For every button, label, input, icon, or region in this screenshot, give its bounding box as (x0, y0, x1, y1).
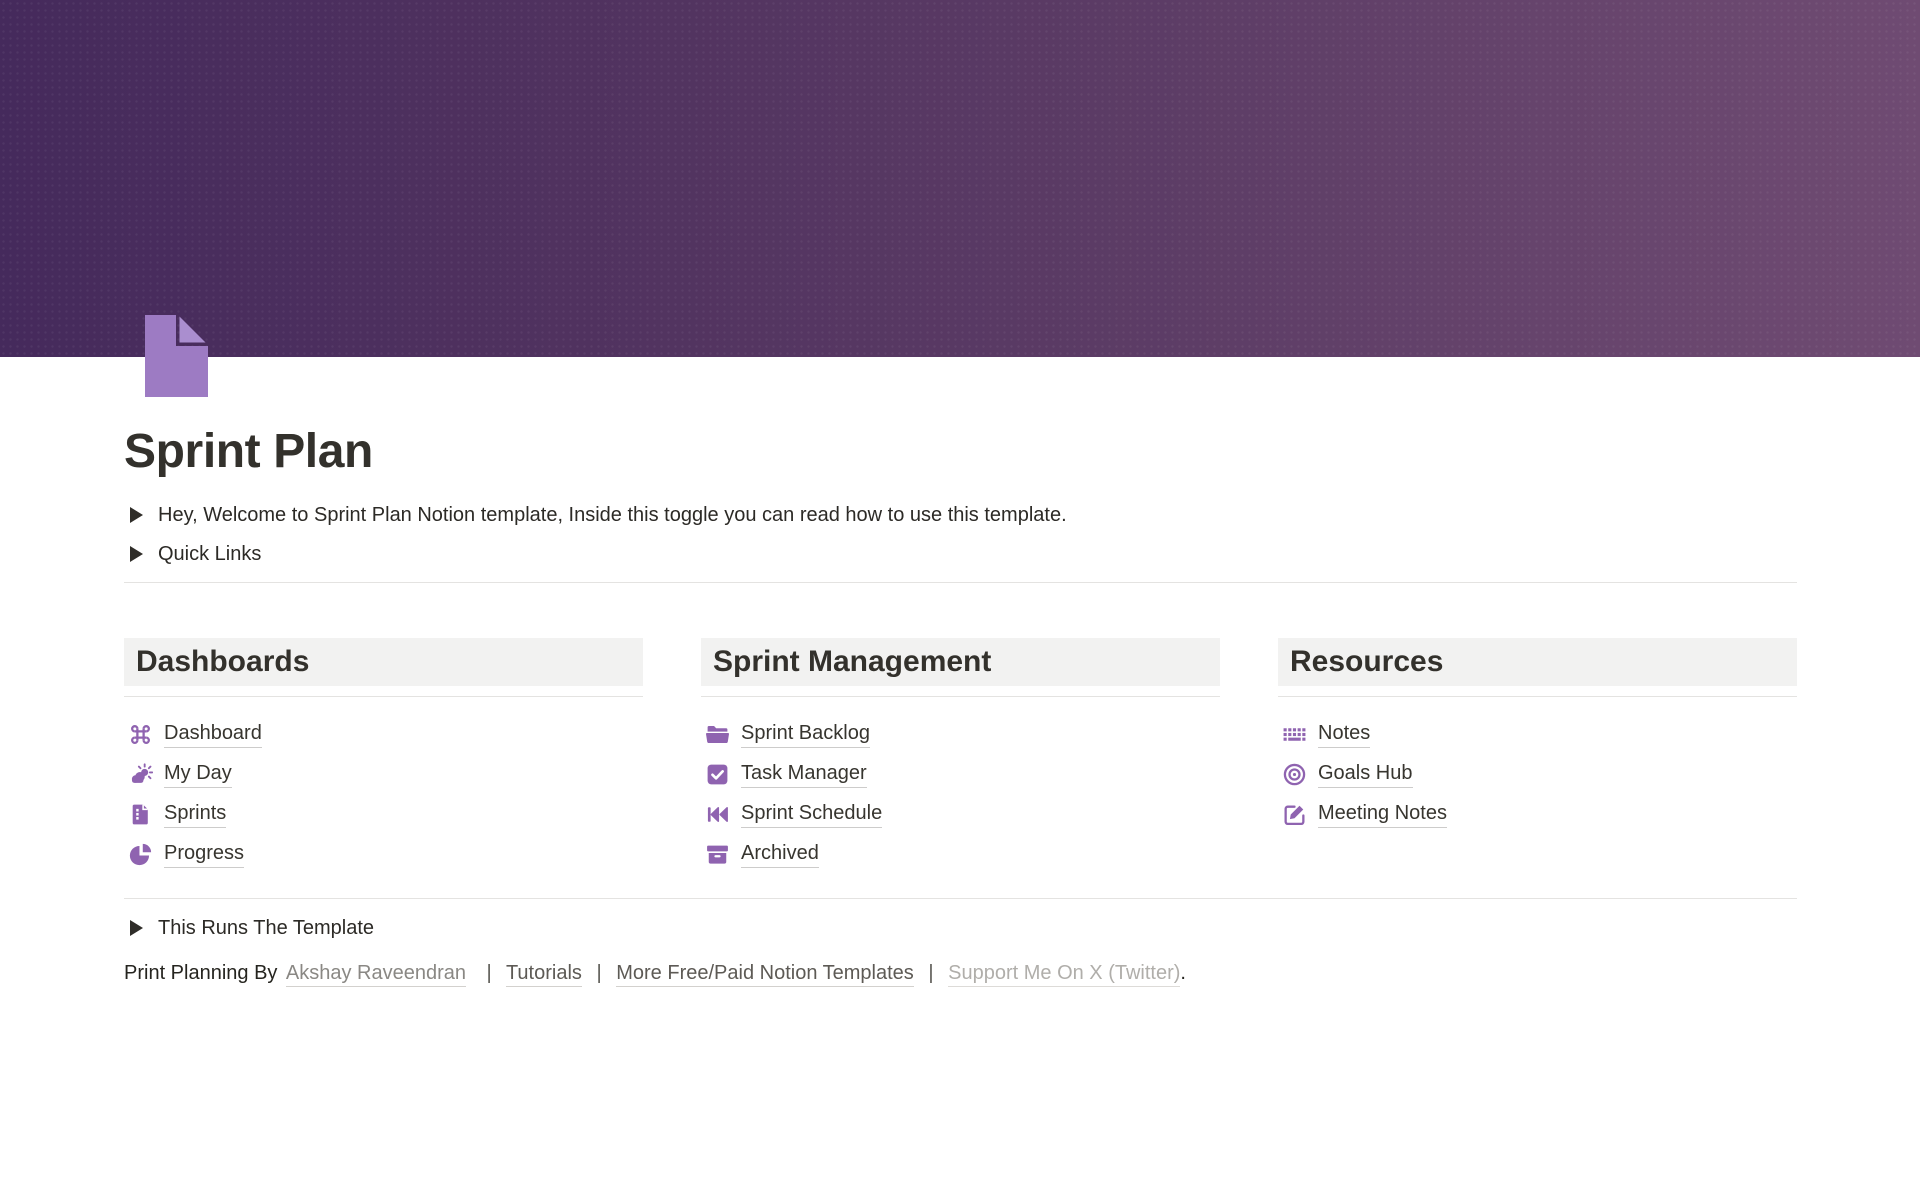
page-link-label: My Day (164, 761, 232, 788)
page-link-task-manager[interactable]: Task Manager (701, 754, 1220, 794)
page-link-notes[interactable]: Notes (1278, 714, 1797, 754)
welcome-toggle-label: Hey, Welcome to Sprint Plan Notion templ… (158, 501, 1067, 529)
rewind-icon (705, 802, 730, 827)
toggle-triangle-icon[interactable] (124, 501, 148, 529)
edit-icon (1282, 802, 1307, 827)
column-dashboards: Dashboards Dashboard (124, 638, 643, 874)
quick-links-toggle-label: Quick Links (158, 540, 261, 568)
page-link-goals-hub[interactable]: Goals Hub (1278, 754, 1797, 794)
page-link-sprints[interactable]: Sprints (124, 794, 643, 834)
separator: | (487, 962, 492, 984)
page-link-label: Sprints (164, 801, 226, 828)
divider (124, 898, 1797, 899)
divider (124, 696, 643, 697)
page-document-icon[interactable] (145, 315, 208, 397)
credits-prefix: Print Planning By (124, 962, 277, 984)
divider (701, 696, 1220, 697)
page-link-archived[interactable]: Archived (701, 834, 1220, 874)
command-icon (128, 722, 153, 747)
templates-link[interactable]: More Free/Paid Notion Templates (616, 962, 914, 987)
credits-line: Print Planning By Akshay Raveendran | Tu… (124, 959, 1797, 991)
columns-layout: Dashboards Dashboard (124, 638, 1797, 874)
separator: | (928, 962, 933, 984)
divider (1278, 696, 1797, 697)
toggle-triangle-icon[interactable] (124, 540, 148, 568)
archive-box-icon (705, 842, 730, 867)
document-icon (128, 802, 153, 827)
page-link-label: Progress (164, 841, 244, 868)
column-sprint-management: Sprint Management Sprint Backlog (701, 638, 1220, 874)
page-link-label: Notes (1318, 721, 1370, 748)
welcome-toggle[interactable]: Hey, Welcome to Sprint Plan Notion templ… (124, 496, 1797, 534)
sun-behind-cloud-icon (128, 762, 153, 787)
page-link-label: Dashboard (164, 721, 262, 748)
folder-icon (705, 722, 730, 747)
author-link[interactable]: Akshay Raveendran (286, 962, 466, 987)
page-cover-gradient (0, 0, 1920, 357)
divider (124, 582, 1797, 583)
page-link-label: Archived (741, 841, 819, 868)
keyboard-icon (1282, 722, 1307, 747)
credits-suffix: . (1180, 962, 1186, 984)
page-link-sprint-schedule[interactable]: Sprint Schedule (701, 794, 1220, 834)
page-link-meeting-notes[interactable]: Meeting Notes (1278, 794, 1797, 834)
support-link[interactable]: Support Me On X (Twitter) (948, 962, 1180, 987)
page-link-label: Task Manager (741, 761, 867, 788)
runs-template-toggle-label: This Runs The Template (158, 914, 374, 942)
target-icon (1282, 762, 1307, 787)
checkbox-icon (705, 762, 730, 787)
toggle-triangle-icon[interactable] (124, 914, 148, 942)
page-link-label: Goals Hub (1318, 761, 1413, 788)
pie-chart-icon (128, 842, 153, 867)
page-link-label: Sprint Schedule (741, 801, 882, 828)
page-body: Sprint Plan Hey, Welcome to Sprint Plan … (124, 424, 1797, 991)
page-link-progress[interactable]: Progress (124, 834, 643, 874)
page-link-label: Sprint Backlog (741, 721, 870, 748)
page-link-dashboard[interactable]: Dashboard (124, 714, 643, 754)
dashboards-heading: Dashboards (124, 638, 643, 686)
sprint-management-heading: Sprint Management (701, 638, 1220, 686)
page-link-sprint-backlog[interactable]: Sprint Backlog (701, 714, 1220, 754)
resources-heading: Resources (1278, 638, 1797, 686)
page-link-my-day[interactable]: My Day (124, 754, 643, 794)
column-resources: Resources Notes (1278, 638, 1797, 874)
runs-template-toggle[interactable]: This Runs The Template (124, 909, 1797, 947)
tutorials-link[interactable]: Tutorials (506, 962, 582, 987)
page-title: Sprint Plan (124, 424, 1797, 480)
quick-links-toggle[interactable]: Quick Links (124, 535, 1797, 573)
page-link-label: Meeting Notes (1318, 801, 1447, 828)
separator: | (596, 962, 601, 984)
